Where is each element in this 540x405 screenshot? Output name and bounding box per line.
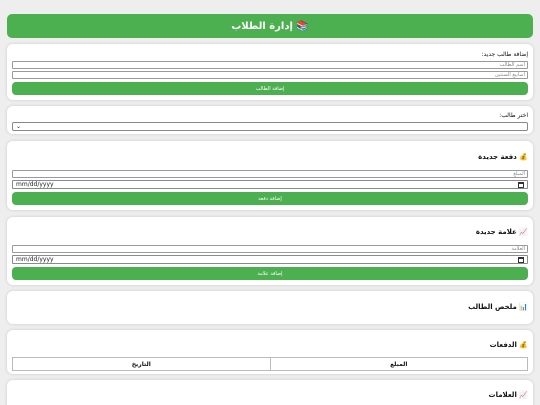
page-title: 📚 إدارة الطلاب [7, 14, 533, 38]
calendar-icon[interactable] [518, 182, 524, 188]
add-student-card: إضافة طالب جديد: اسم الطالب أسابيع السنت… [7, 44, 533, 100]
summary-card: 📊 ملخص الطالب [7, 291, 533, 324]
column-header-date: التاريخ [131, 360, 151, 368]
grades-title: 📈 العلامات [488, 391, 528, 399]
payment-amount-input[interactable]: المبلغ [12, 170, 528, 178]
payment-date-placeholder: mm/dd/yyyy [16, 181, 54, 188]
student-weeks-input[interactable]: أسابيع السنتين [12, 71, 528, 79]
select-student-card: اختر طالب: ⌄ [7, 106, 533, 134]
student-name-input[interactable]: اسم الطالب [12, 61, 528, 69]
grade-input[interactable]: العلامة [12, 245, 528, 253]
payment-date-input[interactable]: mm/dd/yyyy [12, 180, 528, 189]
payments-table-header: المبلغ التاريخ [12, 357, 528, 371]
grade-title: 📈 علامة جديدة [475, 228, 528, 236]
add-student-label: إضافة طالب جديد: [481, 51, 528, 58]
grade-date-placeholder: mm/dd/yyyy [16, 256, 54, 263]
grades-card: 📈 العلامات [7, 380, 533, 405]
summary-title: 📊 ملخص الطالب [468, 303, 528, 311]
payments-card: 💰 الدفعات المبلغ التاريخ [7, 330, 533, 374]
grade-date-input[interactable]: mm/dd/yyyy [12, 255, 528, 264]
grade-card: 📈 علامة جديدة العلامة mm/dd/yyyy إضافة ع… [7, 217, 533, 285]
payments-title: 💰 الدفعات [489, 341, 528, 349]
add-student-button[interactable]: إضافة الطالب [12, 82, 528, 95]
add-payment-button[interactable]: إضافة دفعة [12, 192, 528, 205]
add-grade-button[interactable]: إضافة علامة [12, 267, 528, 280]
student-select[interactable]: ⌄ [12, 122, 528, 131]
calendar-icon[interactable] [518, 257, 524, 263]
chevron-down-icon: ⌄ [16, 123, 22, 130]
select-student-label: اختر طالب: [499, 112, 528, 119]
payment-title: 💰 دفعة جديدة [478, 153, 528, 161]
payment-card: 💰 دفعة جديدة المبلغ mm/dd/yyyy إضافة دفع… [7, 141, 533, 210]
column-header-amount: المبلغ [269, 358, 528, 370]
